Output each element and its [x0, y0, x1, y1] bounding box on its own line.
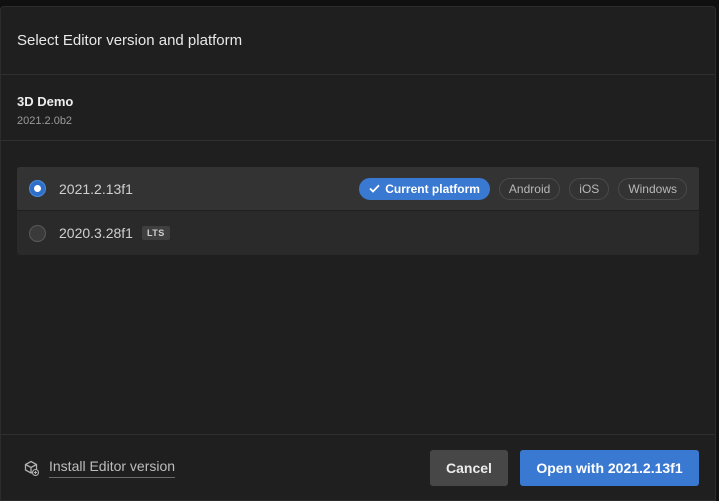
project-version: 2021.2.0b2 [17, 115, 73, 127]
current-platform-chip[interactable]: Current platform [359, 177, 490, 200]
version-row-2021[interactable]: 2021.2.13f1 Current platform Android iOS… [17, 167, 699, 211]
current-platform-label: Current platform [385, 181, 480, 196]
lts-badge: LTS [141, 226, 170, 240]
select-editor-dialog: Select Editor version and platform 3D De… [0, 6, 716, 501]
platform-chip-android[interactable]: Android [498, 177, 561, 200]
checkmark-icon [369, 184, 380, 193]
platform-chip-ios[interactable]: iOS [569, 177, 610, 200]
footer-buttons: Cancel Open with 2021.2.13f1 [430, 449, 699, 486]
platform-chip-windows[interactable]: Windows [618, 177, 687, 200]
version-radio-2021[interactable] [29, 180, 46, 197]
version-row-2020[interactable]: 2020.3.28f1 LTS [17, 211, 699, 255]
open-with-editor-button[interactable]: Open with 2021.2.13f1 [520, 449, 699, 486]
install-editor-label: Install Editor version [49, 458, 176, 478]
version-label: 2021.2.13f1 [59, 180, 133, 197]
dialog-header: Select Editor version and platform [1, 7, 715, 75]
platform-chips: Current platform Android iOS Windows [359, 177, 687, 200]
cancel-button[interactable]: Cancel [430, 449, 508, 486]
dialog-title: Select Editor version and platform [17, 32, 243, 49]
install-editor-link[interactable]: Install Editor version [23, 458, 176, 478]
version-radio-2020[interactable] [29, 224, 46, 242]
install-package-icon [24, 460, 39, 476]
version-label: 2020.3.28f1 [59, 225, 133, 241]
editor-version-list: 2021.2.13f1 Current platform Android iOS… [17, 167, 699, 255]
dialog-footer: Install Editor version Cancel Open with … [1, 434, 715, 500]
project-info: 3D Demo 2021.2.0b2 [1, 75, 715, 141]
project-name: 3D Demo [17, 94, 74, 109]
